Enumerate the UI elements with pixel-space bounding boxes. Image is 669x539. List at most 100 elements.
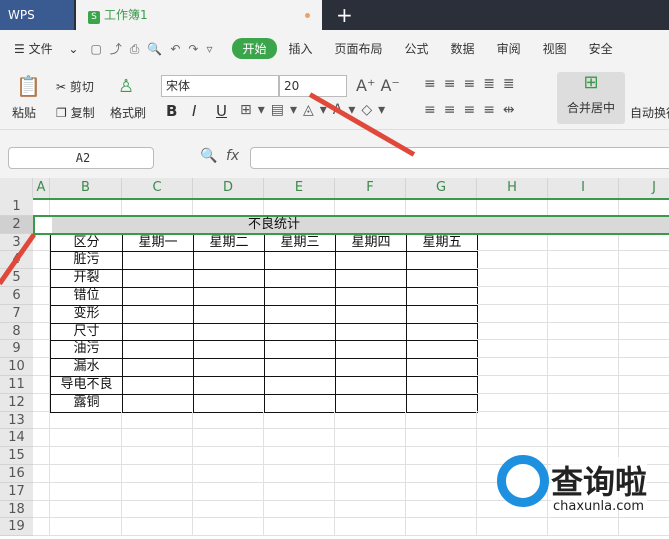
cell-E13[interactable] [264,411,335,430]
cell-H13[interactable] [477,411,548,430]
row-header-14[interactable]: 14 [0,429,33,448]
column-header-I[interactable]: I [548,178,619,198]
name-box[interactable]: A2 [8,147,154,169]
cell-B14[interactable] [50,429,122,448]
row-header-10[interactable]: 10 [0,358,33,376]
cell-J3[interactable] [619,234,669,252]
column-header-H[interactable]: H [477,178,548,198]
cell-B5[interactable]: 开裂 [50,269,123,288]
select-all-corner[interactable] [0,178,33,198]
cell-A17[interactable] [33,482,50,501]
cell-I9[interactable] [548,340,619,359]
tab-insert[interactable]: 插入 [289,40,313,57]
cell-G19[interactable] [406,518,477,537]
cell-F7[interactable] [335,304,407,324]
cell-B16[interactable] [50,465,122,483]
cell-E5[interactable] [264,269,336,288]
cell-C3[interactable]: 星期一 [122,233,194,253]
cell-E18[interactable] [264,500,335,519]
cell-C4[interactable] [122,251,194,271]
cell-H14[interactable] [477,429,548,448]
row-header-6[interactable]: 6 [0,287,33,305]
cell-G10[interactable] [406,358,478,377]
cell-F1[interactable] [335,198,406,216]
tab-view[interactable]: 视图 [543,40,567,57]
row-header-13[interactable]: 13 [0,411,33,430]
cell-F13[interactable] [335,411,406,430]
cell-D16[interactable] [193,465,264,483]
cell-B15[interactable] [50,447,122,465]
cell-E12[interactable] [264,393,336,413]
cell-F3[interactable]: 星期四 [335,233,407,253]
cell-A5[interactable] [33,269,50,287]
cell-I4[interactable] [548,251,619,270]
document-tab[interactable]: S 工作簿1 [76,0,322,30]
cell-B10[interactable]: 漏水 [50,358,123,377]
cell-F12[interactable] [335,393,407,413]
cell-A18[interactable] [33,500,50,519]
cell-G1[interactable] [406,198,477,216]
cell-A11[interactable] [33,376,50,394]
cell-A12[interactable] [33,393,50,412]
column-header-C[interactable]: C [122,178,193,198]
cell-C9[interactable] [122,340,194,360]
cell-F5[interactable] [335,269,407,288]
cell-F14[interactable] [335,429,406,448]
cell-D7[interactable] [193,304,265,324]
tab-page-layout[interactable]: 页面布局 [335,40,383,57]
cell-B1[interactable] [50,198,122,216]
cell-A1[interactable] [33,198,50,216]
wps-home-tab[interactable]: WPS [0,0,74,30]
fx-button[interactable]: fx [226,148,239,164]
cell-H11[interactable] [477,376,548,394]
cell-H7[interactable] [477,304,548,323]
cell-G5[interactable] [406,269,478,288]
cell-G11[interactable] [406,376,478,395]
merge-center-button[interactable]: ⊞ 合并居中 [557,72,625,124]
column-header-F[interactable]: F [335,178,406,198]
cell-B18[interactable] [50,500,122,519]
cell-A19[interactable] [33,518,50,537]
column-header-G[interactable]: G [406,178,477,198]
row-header-16[interactable]: 16 [0,465,33,483]
font-size-adjust-icons[interactable]: A⁺ A⁻ [356,76,400,95]
cell-B12[interactable]: 露铜 [50,393,123,413]
cell-F17[interactable] [335,482,406,501]
cell-F16[interactable] [335,465,406,483]
border-fill-color-icons[interactable]: ⊞▾▤▾◬▾A▾◇▾ [240,102,391,118]
cell-E17[interactable] [264,482,335,501]
cell-B9[interactable]: 油污 [50,340,123,360]
cell-E6[interactable] [264,287,336,306]
formula-input[interactable] [250,147,669,169]
cell-B17[interactable] [50,482,122,501]
cell-C16[interactable] [122,465,193,483]
cell-H1[interactable] [477,198,548,216]
cell-J11[interactable] [619,376,669,394]
cell-J6[interactable] [619,287,669,305]
cell-C18[interactable] [122,500,193,519]
cell-A10[interactable] [33,358,50,376]
cell-E7[interactable] [264,304,336,324]
cell-H10[interactable] [477,358,548,376]
quick-access-icons[interactable]: ▢⤴⎙🔍↶↷▿ [90,40,220,57]
cell-D8[interactable] [193,322,265,342]
tab-formulas[interactable]: 公式 [405,40,429,57]
cell-J5[interactable] [619,269,669,287]
cell-F8[interactable] [335,322,407,342]
cell-C17[interactable] [122,482,193,501]
cell-G8[interactable] [406,322,478,342]
cell-C8[interactable] [122,322,194,342]
cell-A16[interactable] [33,465,50,483]
cell-H9[interactable] [477,340,548,359]
column-header-D[interactable]: D [193,178,264,198]
cell-H8[interactable] [477,322,548,341]
cell-F10[interactable] [335,358,407,377]
cell-A15[interactable] [33,447,50,465]
cell-J12[interactable] [619,394,669,412]
cell-A8[interactable] [33,322,50,341]
cell-F19[interactable] [335,518,406,537]
cell-E16[interactable] [264,465,335,483]
cell-H6[interactable] [477,287,548,305]
row-header-15[interactable]: 15 [0,447,33,465]
cell-G13[interactable] [406,411,477,430]
